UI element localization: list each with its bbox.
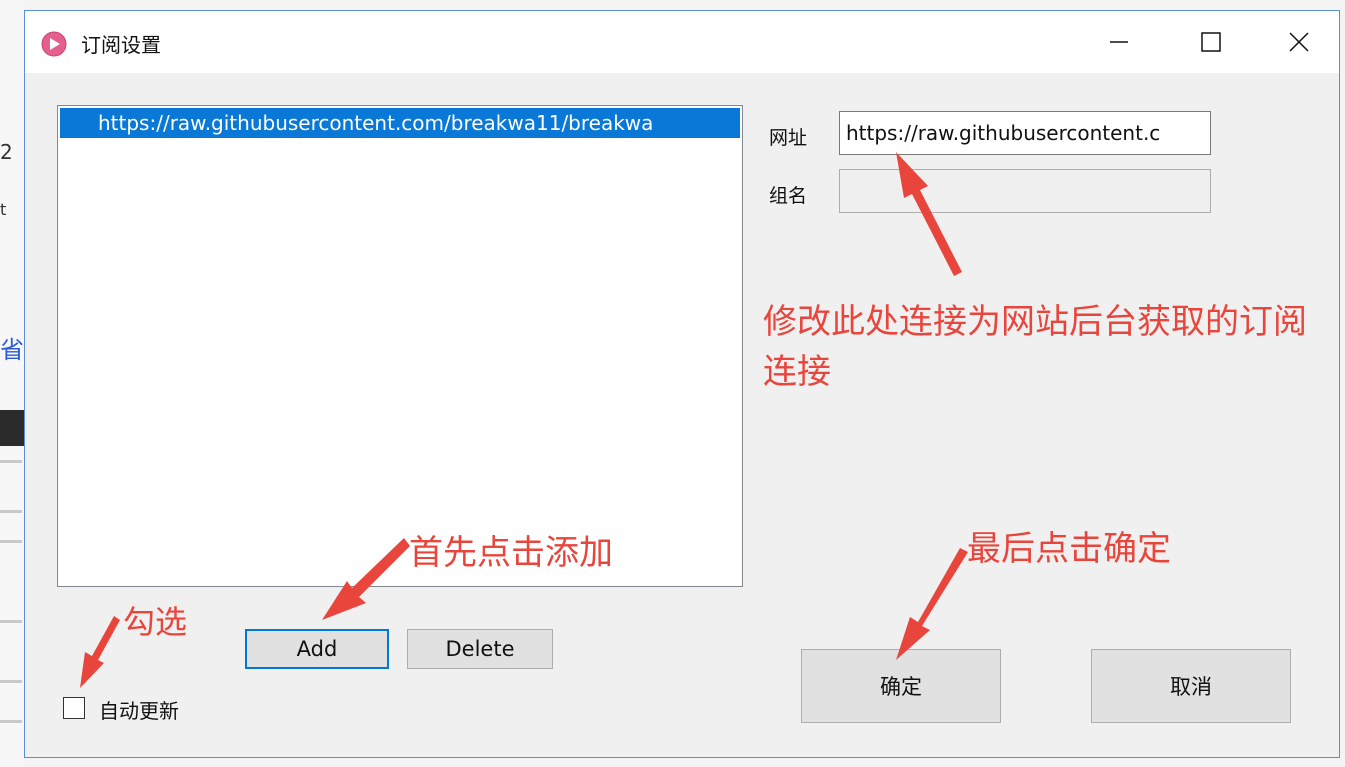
ok-button[interactable]: 确定 (801, 649, 1001, 723)
annotation-click-add: 首先点击添加 (409, 533, 613, 573)
background-fragment: 2 (0, 140, 13, 164)
background-fragment: 省 (0, 336, 24, 364)
group-name-label: 组名 (769, 185, 808, 207)
title-bar[interactable]: 订阅设置 (25, 11, 1339, 73)
background-line (0, 720, 22, 723)
app-logo-icon (41, 31, 67, 57)
annotation-modify-url: 修改此处连接为网站后台获取的订阅连接 (763, 302, 1307, 392)
close-button[interactable] (1269, 17, 1329, 67)
list-item-selected[interactable]: https://raw.githubusercontent.com/breakw… (60, 108, 740, 138)
auto-update-label[interactable]: 自动更新 (99, 695, 179, 724)
background-window-sliver: 2 t 省 (0, 0, 24, 767)
background-line (0, 540, 22, 543)
annotation-click-ok: 最后点击确定 (967, 529, 1171, 569)
window-title: 订阅设置 (81, 33, 161, 57)
background-line (0, 510, 22, 513)
background-line (0, 680, 22, 683)
add-button[interactable]: Add (245, 629, 389, 669)
background-line (0, 620, 22, 623)
minimize-icon (1110, 41, 1128, 43)
url-input[interactable]: https://raw.githubusercontent.c (839, 111, 1211, 155)
delete-button[interactable]: Delete (407, 629, 553, 669)
maximize-button[interactable] (1181, 17, 1241, 67)
cancel-button[interactable]: 取消 (1091, 649, 1291, 723)
subscription-list[interactable]: https://raw.githubusercontent.com/breakw… (57, 105, 743, 587)
maximize-icon (1201, 32, 1221, 52)
background-line (0, 460, 22, 463)
auto-update-checkbox[interactable] (63, 697, 85, 719)
background-block (0, 410, 24, 446)
minimize-button[interactable] (1089, 17, 1149, 67)
annotation-check: 勾选 (123, 603, 188, 641)
group-name-input[interactable] (839, 169, 1211, 213)
close-icon (1289, 32, 1309, 52)
background-fragment: t (0, 200, 7, 219)
url-label: 网址 (769, 127, 808, 149)
subscription-settings-dialog: 订阅设置 https://raw.githubusercontent.com/b… (24, 10, 1340, 758)
